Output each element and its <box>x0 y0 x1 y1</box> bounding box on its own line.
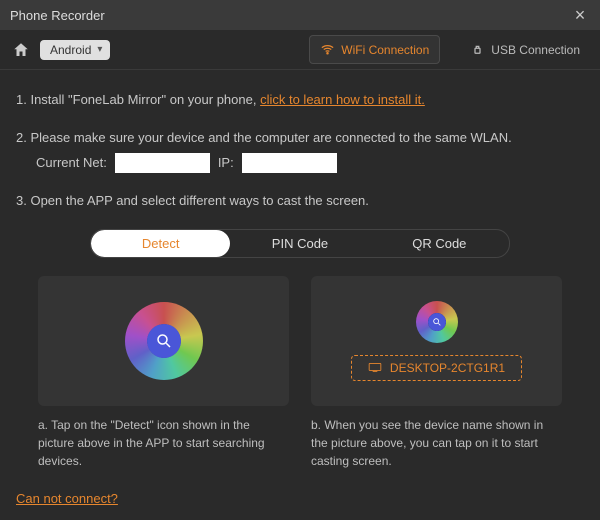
ip-input[interactable] <box>242 153 337 173</box>
mode-tab-pin[interactable]: PIN Code <box>230 230 369 257</box>
panel-device: DESKTOP-2CTG1R1 <box>311 276 562 406</box>
content: 1. Install "FoneLab Mirror" on your phon… <box>0 70 600 470</box>
detect-icon-small <box>416 301 458 343</box>
mode-tab-detect[interactable]: Detect <box>91 230 230 257</box>
caption-a: a. Tap on the "Detect" icon shown in the… <box>38 416 289 470</box>
install-link[interactable]: click to learn how to install it. <box>260 92 425 107</box>
platform-select[interactable]: Android ▾ <box>40 40 110 60</box>
magnify-icon <box>155 332 173 350</box>
tab-wifi-label: WiFi Connection <box>341 43 429 57</box>
current-net-input[interactable] <box>115 153 210 173</box>
platform-value: Android <box>50 43 91 57</box>
titlebar: Phone Recorder × <box>0 0 600 30</box>
monitor-icon <box>368 362 382 373</box>
step-2: 2. Please make sure your device and the … <box>16 128 584 174</box>
step-1: 1. Install "FoneLab Mirror" on your phon… <box>16 90 584 110</box>
captions: a. Tap on the "Detect" icon shown in the… <box>16 406 584 470</box>
window-title: Phone Recorder <box>10 8 105 23</box>
step-3: 3. Open the APP and select different way… <box>16 191 584 211</box>
caption-b: b. When you see the device name shown in… <box>311 416 562 470</box>
magnify-icon-small <box>432 317 442 327</box>
step-3-text: 3. Open the APP and select different way… <box>16 193 369 208</box>
tab-wifi[interactable]: WiFi Connection <box>309 35 440 64</box>
magnify-badge-small <box>428 313 446 331</box>
current-net-label: Current Net: <box>36 153 107 173</box>
instruction-panels: DESKTOP-2CTG1R1 <box>16 276 584 406</box>
tab-usb[interactable]: USB Connection <box>460 35 590 64</box>
home-icon <box>12 41 30 59</box>
cannot-connect-link[interactable]: Can not connect? <box>16 491 118 506</box>
connection-tabs: WiFi Connection USB Connection <box>309 35 590 64</box>
mode-tabs: Detect PIN Code QR Code <box>90 229 510 258</box>
network-row: Current Net: IP: <box>36 153 584 173</box>
ip-label: IP: <box>218 153 234 173</box>
usb-icon <box>470 42 485 57</box>
topbar: Android ▾ WiFi Connection USB Connection <box>0 30 600 70</box>
magnify-badge <box>147 324 181 358</box>
device-name: DESKTOP-2CTG1R1 <box>390 361 505 375</box>
tab-usb-label: USB Connection <box>491 43 580 57</box>
detect-icon-preview <box>125 302 203 380</box>
step-2-text: 2. Please make sure your device and the … <box>16 130 512 145</box>
device-entry[interactable]: DESKTOP-2CTG1R1 <box>351 355 522 381</box>
mode-tab-qr[interactable]: QR Code <box>370 230 509 257</box>
wifi-icon <box>320 42 335 57</box>
panel-detect <box>38 276 289 406</box>
step-1-text: 1. Install "FoneLab Mirror" on your phon… <box>16 92 260 107</box>
close-icon[interactable]: × <box>570 5 590 26</box>
chevron-down-icon: ▾ <box>97 44 102 55</box>
home-button[interactable] <box>10 39 32 61</box>
